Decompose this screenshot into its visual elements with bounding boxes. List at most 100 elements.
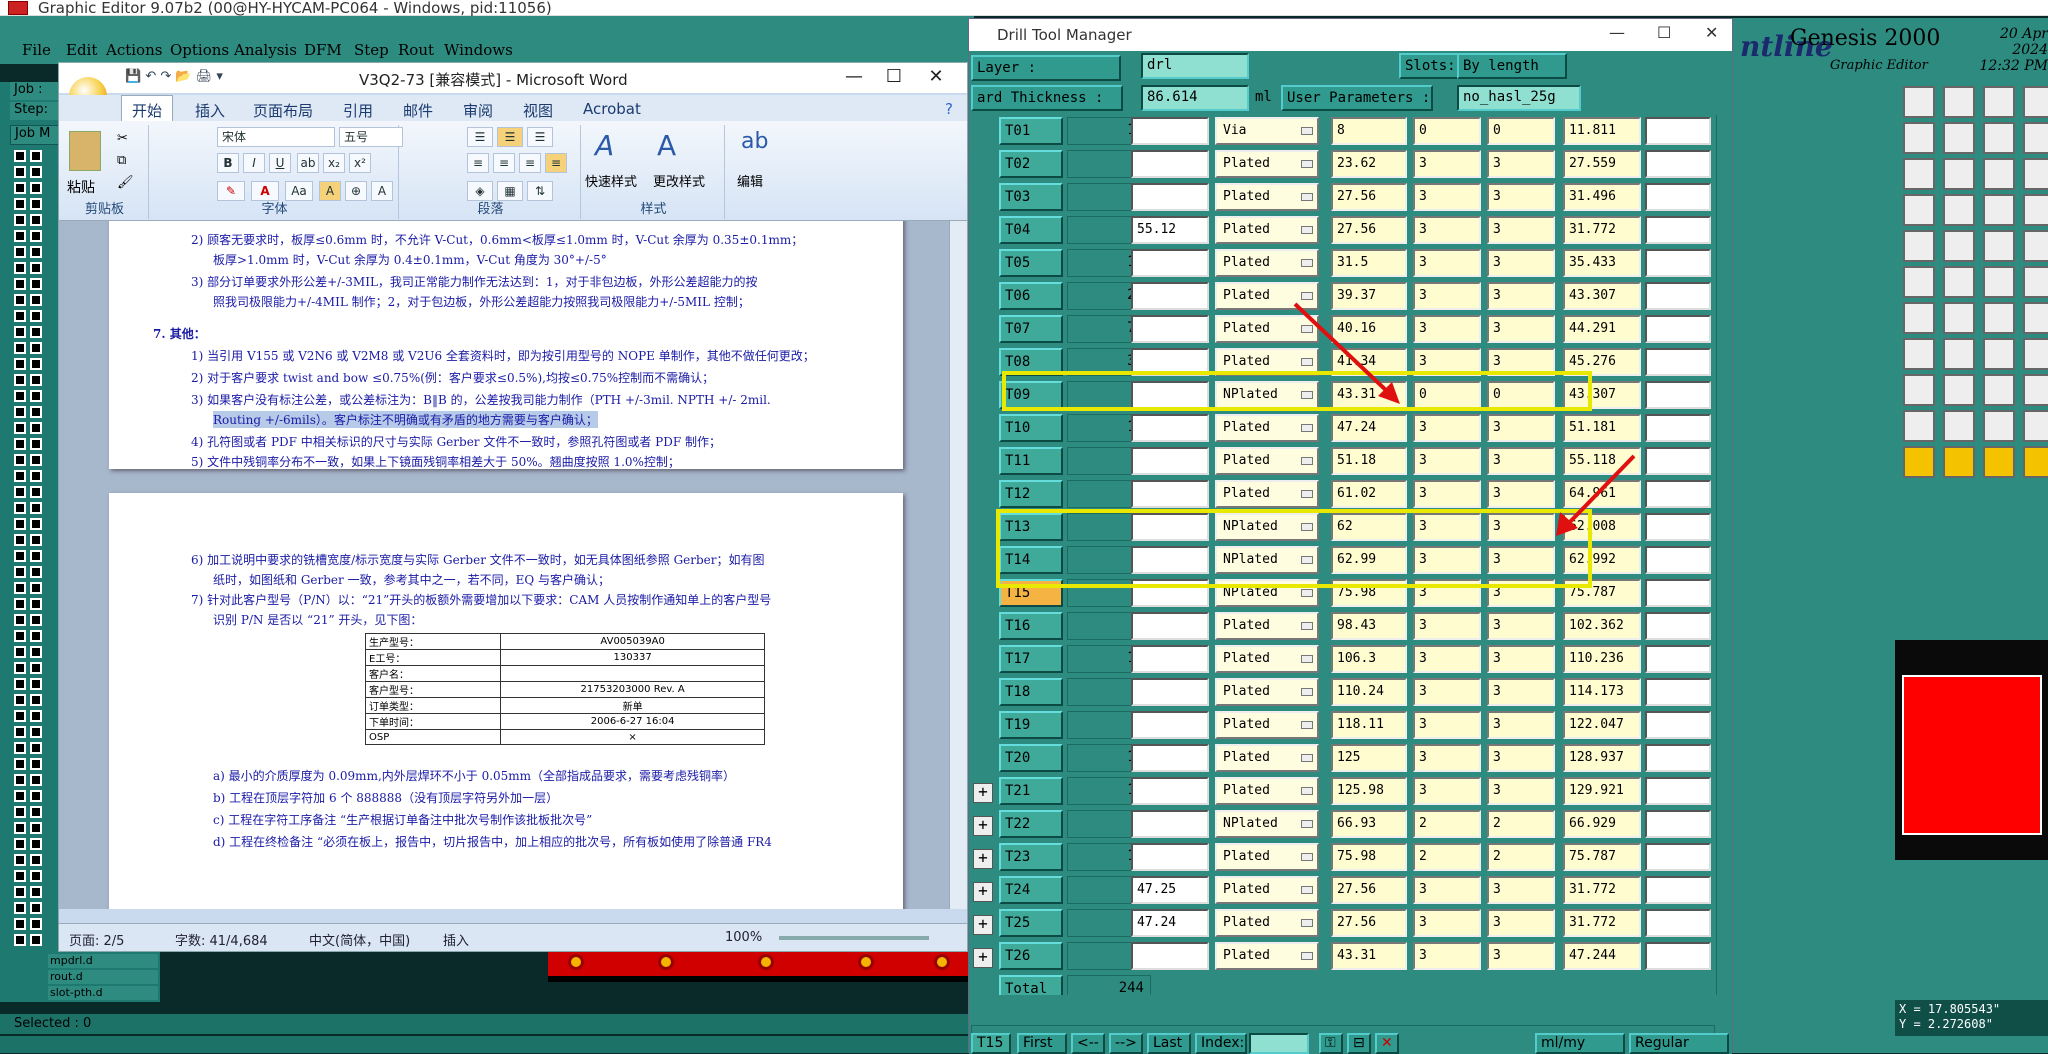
tool-row[interactable]: T0110Via80011.811 — [969, 115, 1714, 148]
finish-diameter[interactable]: 27.56 — [1331, 183, 1407, 211]
tool-row[interactable]: T0620Plated39.373343.307 — [969, 280, 1714, 313]
layer-checkbox[interactable] — [14, 294, 26, 306]
drill-size[interactable]: 44.291 — [1563, 315, 1641, 343]
dropdown-icon[interactable] — [1301, 952, 1313, 960]
layer-checkbox[interactable] — [14, 646, 26, 658]
layer-checkbox[interactable] — [14, 342, 26, 354]
finish-size-input[interactable] — [1131, 810, 1209, 838]
menu-actions[interactable]: Actions — [106, 41, 162, 59]
layer-checkbox[interactable] — [30, 662, 42, 674]
finish-size-input[interactable] — [1131, 447, 1209, 475]
layer-checkbox[interactable] — [30, 310, 42, 322]
layer-checkbox[interactable] — [14, 246, 26, 258]
minus-tolerance[interactable]: 3 — [1487, 183, 1555, 211]
layer-checkbox[interactable] — [14, 758, 26, 770]
finish-diameter[interactable]: 61.02 — [1331, 480, 1407, 508]
tool-icon[interactable] — [1903, 158, 1935, 190]
layer-checkbox[interactable] — [14, 422, 26, 434]
plus-tolerance[interactable]: 3 — [1413, 216, 1481, 244]
tool-icon[interactable] — [1943, 194, 1975, 226]
drill-size[interactable]: 11.811 — [1563, 117, 1641, 145]
finish-diameter[interactable]: 23.62 — [1331, 150, 1407, 178]
tool-icon[interactable] — [1943, 230, 1975, 262]
dropdown-icon[interactable] — [1301, 490, 1313, 498]
last-button[interactable]: Last — [1147, 1033, 1191, 1054]
thickness-input[interactable]: 86.614 — [1141, 85, 1249, 111]
tool-type-select[interactable]: Plated — [1215, 711, 1319, 739]
plus-tolerance[interactable]: 3 — [1413, 645, 1481, 673]
extra-input[interactable] — [1645, 282, 1711, 310]
finish-diameter[interactable]: 27.56 — [1331, 909, 1407, 937]
minus-tolerance[interactable]: 3 — [1487, 216, 1555, 244]
tool-type-select[interactable]: Plated — [1215, 315, 1319, 343]
drill-size[interactable]: 55.118 — [1563, 447, 1641, 475]
finish-size-input[interactable] — [1131, 777, 1209, 805]
layer-checkbox[interactable] — [30, 278, 42, 290]
quick-access-toolbar[interactable]: 💾 ↶ ↷ 📂 🖨 ▾ — [125, 69, 223, 84]
dropdown-icon[interactable] — [1301, 721, 1313, 729]
finish-diameter[interactable]: 27.56 — [1331, 876, 1407, 904]
zoom-slider[interactable] — [779, 936, 929, 940]
drill-size[interactable]: 51.181 — [1563, 414, 1641, 442]
expand-icon[interactable]: + — [973, 915, 993, 935]
word-vscrollbar[interactable] — [949, 221, 967, 909]
finish-size-input[interactable] — [1131, 315, 1209, 343]
tool-type-select[interactable]: Plated — [1215, 744, 1319, 772]
extra-input[interactable] — [1645, 843, 1711, 871]
zoom-level[interactable]: 100% — [725, 930, 762, 945]
layer-checkbox[interactable] — [14, 630, 26, 642]
layer-checkbox[interactable] — [14, 694, 26, 706]
align-center-icon[interactable]: ≡ — [493, 153, 515, 173]
tool-type-select[interactable]: Plated — [1215, 843, 1319, 871]
dropdown-icon[interactable] — [1301, 160, 1313, 168]
bullets-icon[interactable]: ☰ — [467, 127, 493, 147]
tool-icon[interactable] — [1983, 410, 2015, 442]
dropdown-icon[interactable] — [1301, 886, 1313, 894]
tool-type-select[interactable]: Plated — [1215, 645, 1319, 673]
tool-row[interactable]: T113Plated51.183355.118 — [969, 445, 1714, 478]
layer-checkbox[interactable] — [30, 518, 42, 530]
layer-checkbox[interactable] — [14, 358, 26, 370]
extra-input[interactable] — [1645, 480, 1711, 508]
layer-checkbox[interactable] — [14, 870, 26, 882]
plus-tolerance[interactable]: 0 — [1413, 117, 1481, 145]
dropdown-icon[interactable] — [1301, 325, 1313, 333]
tool-row[interactable]: +T263Plated43.313347.244 — [969, 940, 1714, 973]
layer-name[interactable]: mpdrl.d — [48, 954, 158, 968]
extra-input[interactable] — [1645, 117, 1711, 145]
finish-diameter[interactable]: 98.43 — [1331, 612, 1407, 640]
menu-options[interactable]: Options — [170, 41, 229, 59]
extra-input[interactable] — [1645, 645, 1711, 673]
tool-type-select[interactable]: Plated — [1215, 414, 1319, 442]
expand-icon[interactable]: + — [973, 849, 993, 869]
minus-tolerance[interactable]: 3 — [1487, 150, 1555, 178]
tool-icon[interactable] — [1983, 302, 2015, 334]
tool-type-select[interactable]: Plated — [1215, 249, 1319, 277]
extra-input[interactable] — [1645, 513, 1711, 541]
tool-icon[interactable] — [2023, 194, 2048, 226]
layer-checkbox[interactable] — [30, 806, 42, 818]
layer-checkbox[interactable] — [14, 518, 26, 530]
tool-type-select[interactable]: Plated — [1215, 909, 1319, 937]
layer-checkbox[interactable] — [14, 262, 26, 274]
extra-input[interactable] — [1645, 183, 1711, 211]
layer-checkbox[interactable] — [30, 838, 42, 850]
menu-dfm[interactable]: DFM — [304, 41, 342, 59]
drill-size[interactable]: 31.772 — [1563, 909, 1641, 937]
layer-checkbox[interactable] — [30, 822, 42, 834]
tool-icon[interactable] — [2023, 266, 2048, 298]
layer-checkbox[interactable] — [30, 422, 42, 434]
layer-checkbox[interactable] — [14, 182, 26, 194]
layer-checkbox[interactable] — [14, 150, 26, 162]
tool-icon[interactable] — [1903, 230, 1935, 262]
plus-tolerance[interactable]: 3 — [1413, 678, 1481, 706]
layer-checkbox[interactable] — [30, 390, 42, 402]
finish-size-input[interactable] — [1131, 645, 1209, 673]
tab-view[interactable]: 视图 — [523, 100, 553, 121]
page-indicator[interactable]: 页面: 2/5 — [69, 930, 124, 949]
superscript-icon[interactable]: x² — [349, 153, 371, 173]
tool-icon[interactable] — [1983, 266, 2015, 298]
drill-size[interactable]: 35.433 — [1563, 249, 1641, 277]
layer-checkbox[interactable] — [14, 406, 26, 418]
dropdown-icon[interactable] — [1301, 853, 1313, 861]
